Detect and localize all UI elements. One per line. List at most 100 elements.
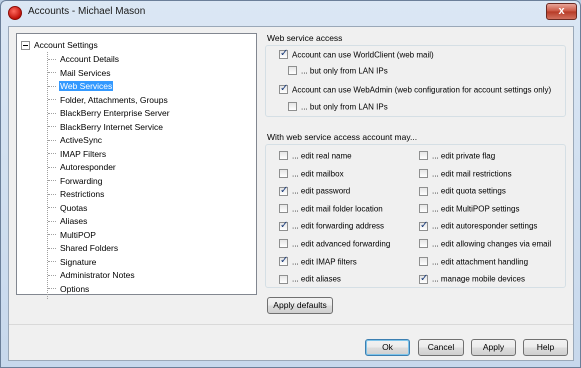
app-icon <box>8 6 22 20</box>
tree-item[interactable]: BlackBerry Enterprise Server <box>48 108 171 121</box>
help-button[interactable]: Help <box>523 339 568 356</box>
worldclient-checkbox[interactable] <box>279 48 288 60</box>
permission-label: ... manage mobile devices <box>432 274 525 284</box>
permission-checkbox[interactable] <box>279 239 288 249</box>
tree-connector <box>48 99 56 100</box>
dialog-client-area: Account Settings Account Details Mail Ser… <box>8 26 574 361</box>
permission-checkbox[interactable] <box>279 185 288 196</box>
tree-item[interactable]: Account Details <box>48 54 120 67</box>
permission-checkbox-row[interactable]: ... edit autoresponder settings <box>419 220 538 233</box>
permission-checkbox-row[interactable]: ... edit MultiPOP settings <box>419 204 519 216</box>
tree-connector <box>48 58 56 60</box>
permission-checkbox-row[interactable]: ... edit IMAP filters <box>279 255 357 269</box>
webadmin-lan-checkbox-row[interactable]: ... but only from LAN IPs <box>288 102 388 114</box>
ok-button[interactable]: Ok <box>365 339 410 356</box>
title-bar[interactable]: Accounts - Michael Mason x <box>1 1 580 25</box>
close-button[interactable]: x <box>546 3 577 20</box>
permission-checkbox-row[interactable]: ... manage mobile devices <box>419 273 525 286</box>
tree-item[interactable]: MultiPOP <box>48 230 97 243</box>
tree-item-label: BlackBerry Enterprise Server <box>60 108 170 118</box>
permission-label: ... edit forwarding address <box>292 221 385 231</box>
tree-item[interactable]: Restrictions <box>48 189 105 202</box>
tree-item-label: MultiPOP <box>60 229 96 240</box>
settings-tree[interactable]: Account Settings Account Details Mail Ser… <box>16 33 257 299</box>
apply-defaults-button[interactable]: Apply defaults <box>267 297 333 314</box>
collapse-icon[interactable] <box>21 40 30 50</box>
permission-checkbox[interactable] <box>279 168 288 178</box>
worldclient-lan-checkbox-row[interactable]: ... but only from LAN IPs <box>288 66 388 78</box>
permission-label: ... edit real name <box>292 151 352 161</box>
worldclient-label: Account can use WorldClient (web mail) <box>292 50 434 60</box>
accounts-dialog: Accounts - Michael Mason x Account Setti… <box>0 0 581 368</box>
tree-item[interactable]: Mail Services <box>48 68 112 81</box>
worldclient-lan-checkbox[interactable] <box>288 66 297 76</box>
tree-item[interactable]: Folder, Attachments, Groups <box>48 95 169 108</box>
tree-item-label: Options <box>60 283 90 294</box>
tree-item[interactable]: Signature <box>48 257 97 270</box>
tree-connector <box>48 72 56 73</box>
tree-connector <box>48 180 56 181</box>
permission-checkbox-row[interactable]: ... edit mailbox <box>279 168 344 181</box>
tree-item[interactable]: Options <box>48 284 90 297</box>
tree-connector <box>48 85 56 87</box>
permission-checkbox[interactable] <box>279 255 288 266</box>
tree-item-label: Autoresponder <box>60 162 116 172</box>
tree-item[interactable]: IMAP Filters <box>48 149 107 162</box>
permission-checkbox[interactable] <box>419 256 428 266</box>
tree-item[interactable]: Web Services <box>48 81 114 94</box>
permission-label: ... edit MultiPOP settings <box>432 204 520 214</box>
tree-item-label: Web Services <box>59 81 114 91</box>
permission-checkbox-row[interactable]: ... edit real name <box>279 151 352 163</box>
permission-checkbox-row[interactable]: ... edit allowing changes via email <box>419 239 551 251</box>
permission-checkbox[interactable] <box>419 186 428 196</box>
permission-checkbox-row[interactable]: ... edit mail folder location <box>279 204 383 216</box>
tree-root-label: Account Settings <box>34 40 98 50</box>
tree-item[interactable]: BlackBerry Internet Service <box>48 122 164 135</box>
cancel-button[interactable]: Cancel <box>418 339 464 356</box>
tree-connector <box>48 166 56 168</box>
permission-checkbox[interactable] <box>419 151 428 161</box>
tree-item-label: Signature <box>60 256 97 267</box>
permission-checkbox[interactable] <box>279 204 288 214</box>
tree-root[interactable]: Account Settings <box>21 40 98 52</box>
tree-item[interactable]: Quotas <box>48 203 88 216</box>
worldclient-checkbox-row[interactable]: Account can use WorldClient (web mail) <box>279 48 434 62</box>
tree-item[interactable]: Aliases <box>48 216 88 229</box>
permission-label: ... edit autoresponder settings <box>432 221 538 231</box>
permission-label: ... edit private flag <box>432 151 496 161</box>
permission-label: ... edit allowing changes via email <box>432 239 552 249</box>
tree-connector <box>48 207 56 208</box>
permission-checkbox[interactable] <box>279 274 288 284</box>
permission-checkbox-row[interactable]: ... edit advanced forwarding <box>279 239 390 251</box>
tree-item-label: Shared Folders <box>60 243 119 253</box>
permission-checkbox-row[interactable]: ... edit aliases <box>279 274 341 286</box>
webadmin-checkbox-row[interactable]: Account can use WebAdmin (web configurat… <box>279 83 551 97</box>
permissions-title: With web service access account may... <box>267 132 418 142</box>
tree-connector <box>48 288 56 289</box>
tree-item[interactable]: ActiveSync <box>48 135 103 148</box>
permission-checkbox[interactable] <box>419 273 428 284</box>
permission-checkbox-row[interactable]: ... edit mail restrictions <box>419 168 512 181</box>
permission-checkbox-row[interactable]: ... edit private flag <box>419 151 495 163</box>
webadmin-lan-checkbox[interactable] <box>288 102 297 112</box>
permission-checkbox[interactable] <box>419 239 428 249</box>
permission-checkbox[interactable] <box>419 220 428 231</box>
permission-checkbox-row[interactable]: ... edit forwarding address <box>279 220 385 233</box>
permission-checkbox[interactable] <box>279 220 288 231</box>
webadmin-checkbox[interactable] <box>279 83 288 95</box>
permission-checkbox-row[interactable]: ... edit attachment handling <box>419 256 529 269</box>
tree-item-label: IMAP Filters <box>60 148 107 159</box>
tree-item[interactable]: Administrator Notes <box>48 270 136 283</box>
permission-checkbox[interactable] <box>419 204 428 214</box>
tree-item[interactable]: Shared Folders <box>48 243 119 256</box>
webadmin-lan-label: ... but only from LAN IPs <box>301 102 388 112</box>
apply-button[interactable]: Apply <box>471 339 516 356</box>
permission-checkbox[interactable] <box>279 151 288 161</box>
permission-label: ... edit attachment handling <box>432 256 529 266</box>
tree-item[interactable]: Forwarding <box>48 176 104 189</box>
permission-checkbox[interactable] <box>419 168 428 178</box>
permission-checkbox-row[interactable]: ... edit password <box>279 185 350 198</box>
permission-checkbox-row[interactable]: ... edit quota settings <box>419 186 506 198</box>
tree-item-label: Quotas <box>60 202 88 213</box>
tree-item[interactable]: Autoresponder <box>48 162 117 175</box>
